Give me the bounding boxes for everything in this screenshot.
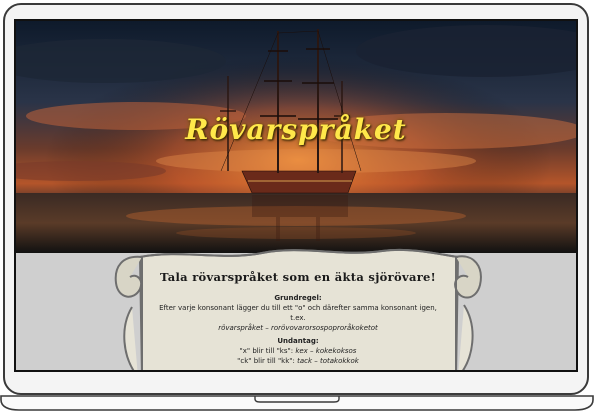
laptop-base xyxy=(0,395,594,411)
basic-rule-section: Grundregel: Efter varje konsonant lägger… xyxy=(156,293,440,333)
exception-word: kex xyxy=(295,347,308,355)
exception-word: tack xyxy=(297,357,313,365)
hero-image: Rövarspråket xyxy=(16,21,576,253)
basic-rule-heading: Grundregel: xyxy=(274,294,322,302)
basic-rule-example: rövarspråket – rorövovarorsospoproråkoke… xyxy=(156,323,440,333)
exception-rule: "x" blir till "ks": kex – kokekoksos xyxy=(156,346,440,356)
exceptions-heading: Undantag: xyxy=(277,337,319,345)
exception-separator: – xyxy=(307,347,316,355)
basic-rule-text: Efter varje konsonant lägger du till ett… xyxy=(159,304,437,322)
example-word: rövarspråket xyxy=(218,324,264,332)
exception-text: "ck" blir till "kk": xyxy=(237,357,298,365)
exception-rule: "ck" blir till "kk": tack – totakokkok xyxy=(156,356,440,366)
laptop-screen: Rövarspråket Tala rövarspråket som en äk… xyxy=(14,19,578,372)
exceptions-section: Undantag: "x" blir till "ks": kex – koke… xyxy=(156,336,440,366)
headline: Tala rövarspråket som en äkta sjörövare! xyxy=(159,270,437,284)
example-separator: – xyxy=(263,324,272,332)
page-title: Rövarspråket xyxy=(185,113,407,146)
exception-separator: – xyxy=(312,357,320,365)
exception-result: kokekoksos xyxy=(315,347,357,355)
exception-text: "x" blir till "ks": xyxy=(239,347,296,355)
exception-result: totakokkok xyxy=(319,357,359,365)
example-result: rorövovarorsospoproråkoketot xyxy=(271,324,378,332)
